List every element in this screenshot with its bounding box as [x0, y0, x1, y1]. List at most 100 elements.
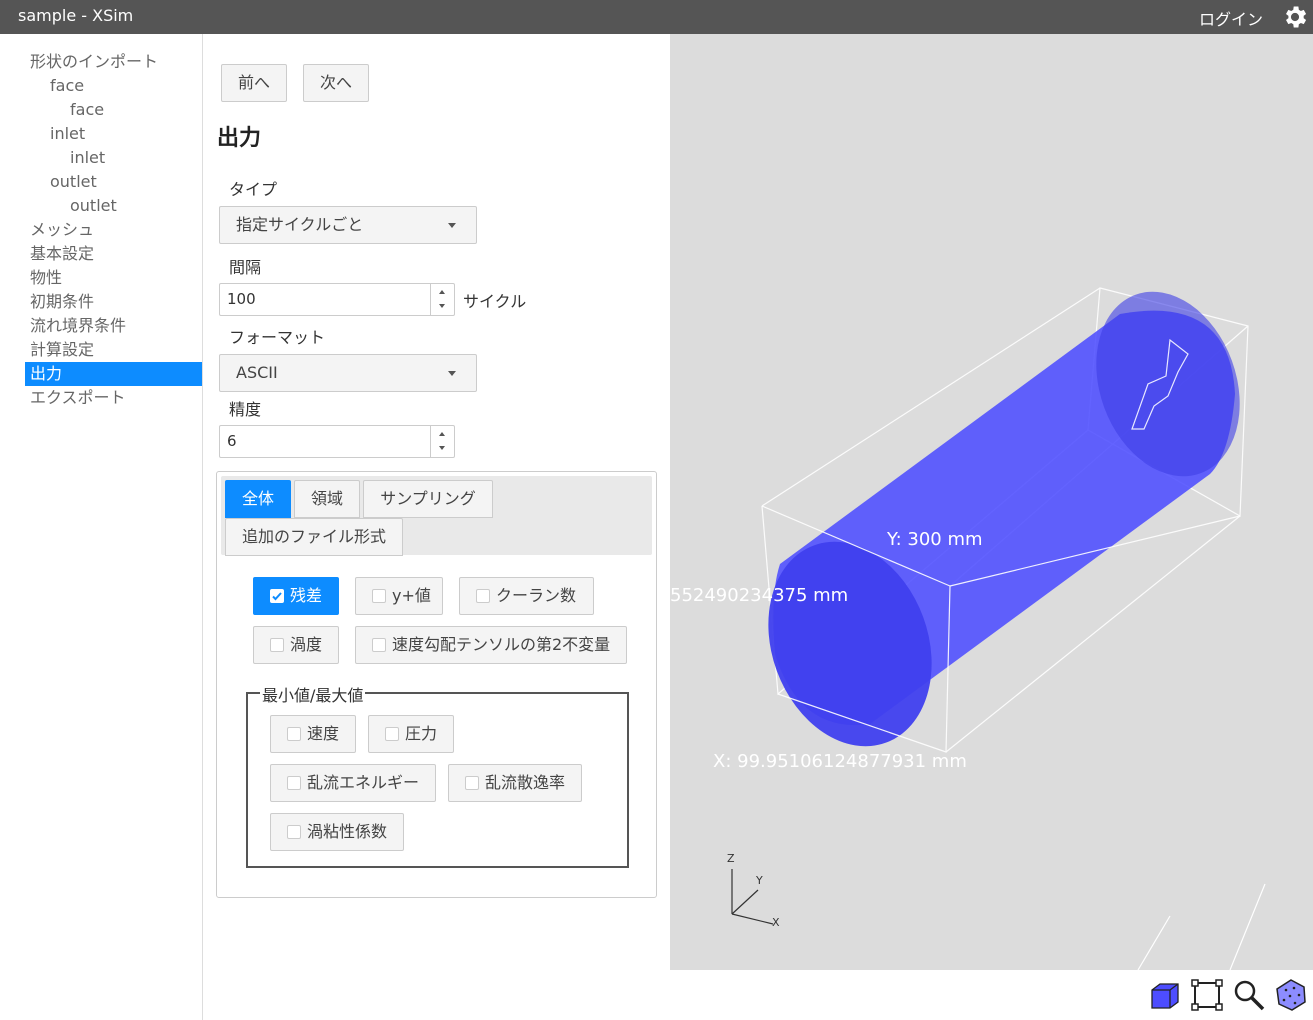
tab-additional-formats[interactable]: 追加のファイル形式 [225, 518, 403, 556]
axis-x-label: X [772, 916, 780, 929]
precision-value: 6 [227, 432, 237, 450]
output-settings-form: 前へ 次へ 出力 タイプ 指定サイクルごと 間隔 100 サイクル フォーマット… [203, 34, 670, 1020]
format-select[interactable]: ASCII [219, 354, 477, 392]
type-label: タイプ [229, 180, 278, 199]
checkbox-box [270, 638, 284, 652]
sidebar-item-mesh[interactable]: メッシュ [0, 218, 202, 242]
stepper-up-icon[interactable] [439, 432, 445, 436]
checkbox-box [372, 638, 386, 652]
stepper-arrows[interactable] [430, 284, 454, 315]
minmax-legend: 最小値/最大値 [260, 682, 366, 706]
residual-label: 残差 [290, 586, 323, 605]
extra-lines [1137, 883, 1266, 970]
minmax-eddy-viscosity-checkbox[interactable]: 渦粘性係数 [270, 813, 404, 851]
precision-stepper[interactable]: 6 [219, 425, 455, 458]
dimension-x-label: X: 99.95106124877931 mm [713, 751, 967, 772]
dimension-z-label: 552490234375 mm [670, 585, 849, 606]
minmax-pressure-label: 圧力 [405, 724, 438, 743]
solid-view-icon[interactable] [1148, 978, 1182, 1012]
sidebar-item-outlet-group[interactable]: outlet [0, 170, 202, 194]
stepper-arrows[interactable] [430, 426, 454, 457]
format-label: フォーマット [229, 328, 326, 347]
yplus-checkbox[interactable]: y+値 [355, 577, 443, 615]
minmax-pressure-checkbox[interactable]: 圧力 [368, 715, 454, 753]
checkbox-box [476, 589, 490, 603]
interval-label: 間隔 [229, 258, 262, 277]
axis-z-label: Z [727, 852, 735, 865]
sidebar: 形状のインポート face face inlet inlet outlet ou… [0, 34, 203, 1020]
residual-checkbox[interactable]: 残差 [253, 577, 339, 615]
check-icon [272, 592, 282, 601]
stepper-down-icon[interactable] [439, 446, 445, 450]
checkbox-box [385, 727, 399, 741]
yplus-label: y+値 [392, 586, 431, 605]
sidebar-item-inlet[interactable]: inlet [0, 146, 202, 170]
sidebar-item-face[interactable]: face [0, 98, 202, 122]
minmax-dissipation-checkbox[interactable]: 乱流散逸率 [448, 764, 582, 802]
output-tabs-panel: 全体 領域 サンプリング 追加のファイル形式 残差 y+値 クーラン数 渦度 速… [216, 471, 657, 898]
model-view[interactable] [670, 34, 1313, 970]
q-criterion-checkbox[interactable]: 速度勾配テンソルの第2不変量 [355, 626, 627, 664]
sidebar-item-initial-conditions[interactable]: 初期条件 [0, 290, 202, 314]
next-button[interactable]: 次へ [303, 64, 369, 102]
vorticity-checkbox[interactable]: 渦度 [253, 626, 339, 664]
sidebar-item-inlet-group[interactable]: inlet [0, 122, 202, 146]
fit-frame-icon[interactable] [1190, 978, 1224, 1012]
interval-stepper[interactable]: 100 [219, 283, 455, 316]
tab-overall[interactable]: 全体 [225, 480, 291, 518]
minmax-eddy-viscosity-label: 渦粘性係数 [307, 822, 388, 841]
dimension-y-label: Y: 300 mm [887, 529, 983, 550]
axis-triad [731, 869, 774, 925]
interval-value: 100 [227, 290, 256, 308]
checkbox-box [287, 825, 301, 839]
vorticity-label: 渦度 [290, 635, 323, 654]
type-select[interactable]: 指定サイクルごと [219, 206, 477, 244]
courant-label: クーラン数 [496, 586, 577, 605]
title-bar: sample - XSim ログイン [0, 0, 1313, 34]
chevron-down-icon [448, 223, 456, 228]
tab-region[interactable]: 領域 [294, 480, 360, 518]
sidebar-item-import[interactable]: 形状のインポート [0, 50, 202, 74]
window-title: sample - XSim [18, 6, 134, 25]
stepper-down-icon[interactable] [439, 304, 445, 308]
sidebar-item-calc-settings[interactable]: 計算設定 [0, 338, 202, 362]
checkbox-box [287, 776, 301, 790]
view-toolbar [670, 970, 1313, 1020]
courant-checkbox[interactable]: クーラン数 [459, 577, 594, 615]
format-select-value: ASCII [236, 363, 278, 382]
page-title: 出力 [217, 126, 262, 151]
minmax-tke-checkbox[interactable]: 乱流エネルギー [270, 764, 436, 802]
sidebar-item-face-group[interactable]: face [0, 74, 202, 98]
type-select-value: 指定サイクルごと [236, 215, 364, 234]
sidebar-item-flow-boundary[interactable]: 流れ境界条件 [0, 314, 202, 338]
interval-unit: サイクル [463, 292, 527, 311]
3d-viewport[interactable]: Y: 300 mm 552490234375 mm X: 99.95106124… [670, 34, 1313, 970]
checkbox-box [270, 589, 284, 603]
sidebar-item-output[interactable]: 出力 [25, 362, 202, 386]
minmax-velocity-label: 速度 [307, 724, 340, 743]
checkbox-box [372, 589, 386, 603]
sidebar-item-outlet[interactable]: outlet [0, 194, 202, 218]
tab-sampling[interactable]: サンプリング [363, 480, 493, 518]
cylinder-model[interactable] [741, 271, 1265, 769]
prev-button[interactable]: 前へ [221, 64, 287, 102]
minmax-tke-label: 乱流エネルギー [307, 773, 420, 792]
checkbox-box [287, 727, 301, 741]
minmax-velocity-checkbox[interactable]: 速度 [270, 715, 356, 753]
minmax-fieldset: 最小値/最大値 速度 圧力 乱流エネルギー 乱流散逸率 渦粘性係数 [246, 682, 629, 868]
stepper-up-icon[interactable] [439, 290, 445, 294]
login-link[interactable]: ログイン [1199, 6, 1263, 30]
gear-icon[interactable] [1281, 3, 1309, 31]
chevron-down-icon [448, 371, 456, 376]
mesh-points-icon[interactable] [1274, 978, 1308, 1012]
sidebar-item-basic-settings[interactable]: 基本設定 [0, 242, 202, 266]
sidebar-item-properties[interactable]: 物性 [0, 266, 202, 290]
precision-label: 精度 [229, 400, 262, 419]
tab-bar: 全体 領域 サンプリング 追加のファイル形式 [221, 476, 652, 556]
axis-y-label: Y [756, 874, 763, 887]
minmax-dissipation-label: 乱流散逸率 [485, 773, 566, 792]
checkbox-box [465, 776, 479, 790]
q-criterion-label: 速度勾配テンソルの第2不変量 [392, 635, 611, 654]
sidebar-item-export[interactable]: エクスポート [0, 386, 202, 410]
zoom-icon[interactable] [1232, 978, 1266, 1012]
